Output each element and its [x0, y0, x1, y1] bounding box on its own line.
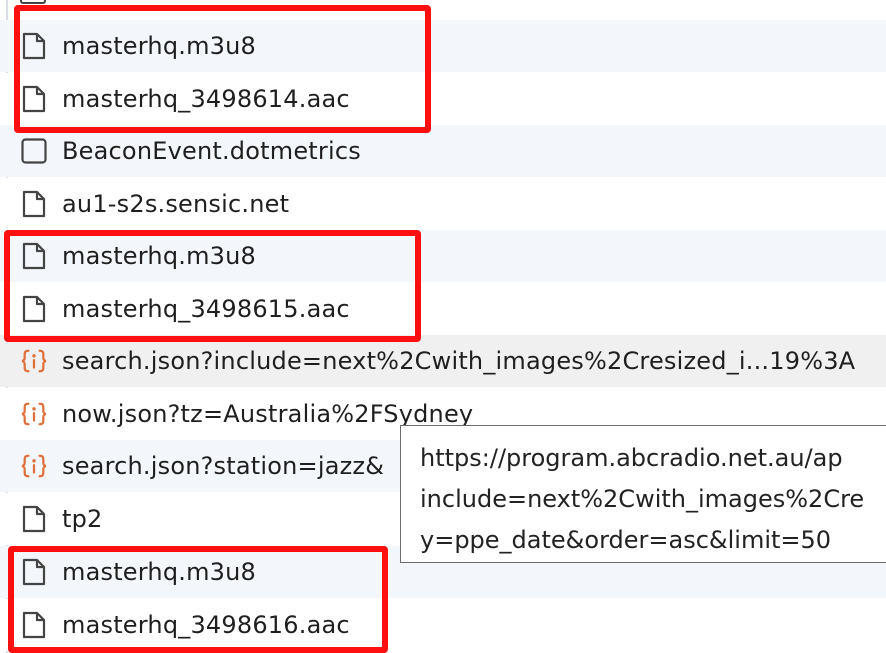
request-name: au1-s2s.sensic.net	[62, 190, 290, 218]
tooltip-line: y=ppe_date&order=asc&limit=50	[420, 526, 832, 554]
file-icon	[20, 505, 48, 533]
url-tooltip: https://program.abcradio.net.au/ap inclu…	[400, 425, 886, 563]
partial-file-icon	[20, 0, 46, 4]
request-name: search.json?include=next%2Cwith_images%2…	[62, 347, 856, 375]
request-name: search.json?station=jazz&	[62, 452, 385, 480]
checkbox-icon	[20, 137, 48, 165]
json-icon	[20, 452, 48, 480]
tooltip-line: https://program.abcradio.net.au/ap	[420, 444, 843, 472]
tooltip-line: include=next%2Cwith_images%2Cre	[420, 485, 865, 513]
highlight-box	[8, 546, 388, 653]
json-icon	[20, 400, 48, 428]
request-name: tp2	[62, 505, 103, 533]
request-row[interactable]: search.json?include=next%2Cwith_images%2…	[0, 335, 886, 387]
json-icon	[20, 347, 48, 375]
highlight-box	[4, 230, 421, 342]
file-icon	[20, 190, 48, 218]
highlight-box	[14, 5, 431, 133]
request-row[interactable]: au1-s2s.sensic.net	[0, 178, 886, 230]
